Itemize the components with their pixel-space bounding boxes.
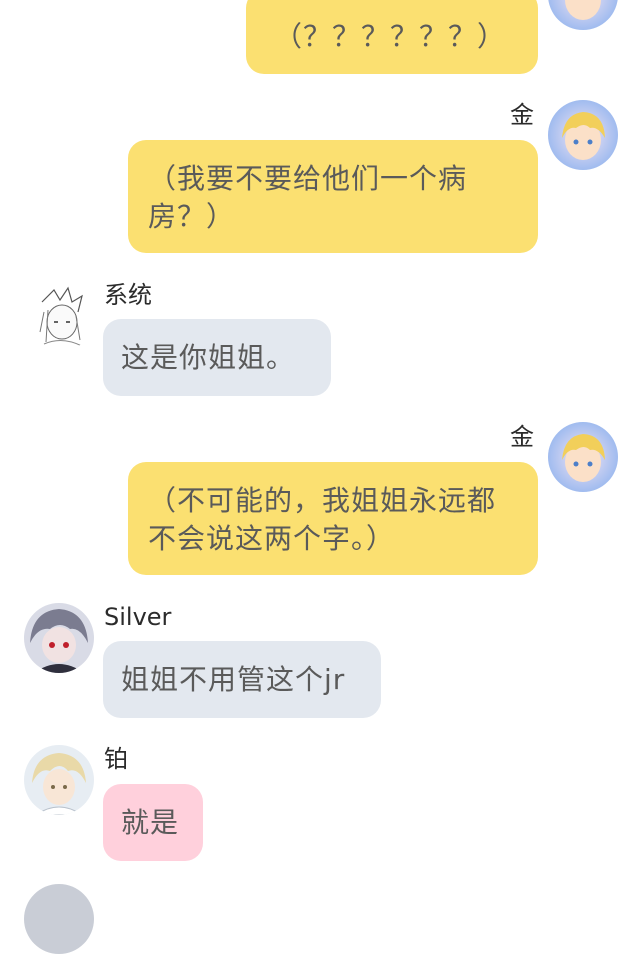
sender-name: 金 [510, 101, 534, 129]
silver-character-avatar-icon [24, 603, 94, 673]
message-bubble: 这是你姐姐。 [103, 319, 331, 396]
message-bubble: （？？？？？？） [246, 0, 538, 74]
blonde-character-avatar-icon [548, 100, 618, 170]
message-bubble: （我要不要给他们一个病房？） [128, 140, 538, 253]
blonde-character-avatar-icon [548, 0, 618, 30]
message-text: （不可能的，我姐姐永远都不会说这两个字。） [148, 484, 497, 555]
sender-name: 金 [510, 423, 534, 451]
avatar[interactable] [548, 0, 618, 30]
message-bubble: 姐姐不用管这个jr [103, 641, 381, 718]
sender-name: 系统 [104, 281, 152, 309]
sender-name: 铂 [104, 745, 128, 773]
message-text: （？？？？？？） [274, 20, 507, 53]
sender-name: Silver [104, 603, 172, 631]
avatar[interactable] [548, 100, 618, 170]
avatar[interactable] [24, 603, 94, 673]
message-text: 就是 [121, 806, 180, 839]
avatar[interactable] [24, 745, 94, 815]
message-text: （我要不要给他们一个病房？） [148, 162, 468, 233]
message-text: 姐姐不用管这个jr [121, 663, 346, 696]
message-text: 这是你姐姐。 [121, 341, 296, 374]
message-bubble: 就是 [103, 784, 203, 861]
message-bubble: （不可能的，我姐姐永远都不会说这两个字。） [128, 462, 538, 575]
avatar[interactable] [548, 422, 618, 492]
sketch-character-avatar-icon [24, 282, 94, 352]
avatar[interactable] [24, 884, 94, 954]
avatar[interactable] [24, 282, 94, 352]
blonde-character-avatar-icon [548, 422, 618, 492]
avatar-icon [24, 884, 94, 954]
platinum-character-avatar-icon [24, 745, 94, 815]
